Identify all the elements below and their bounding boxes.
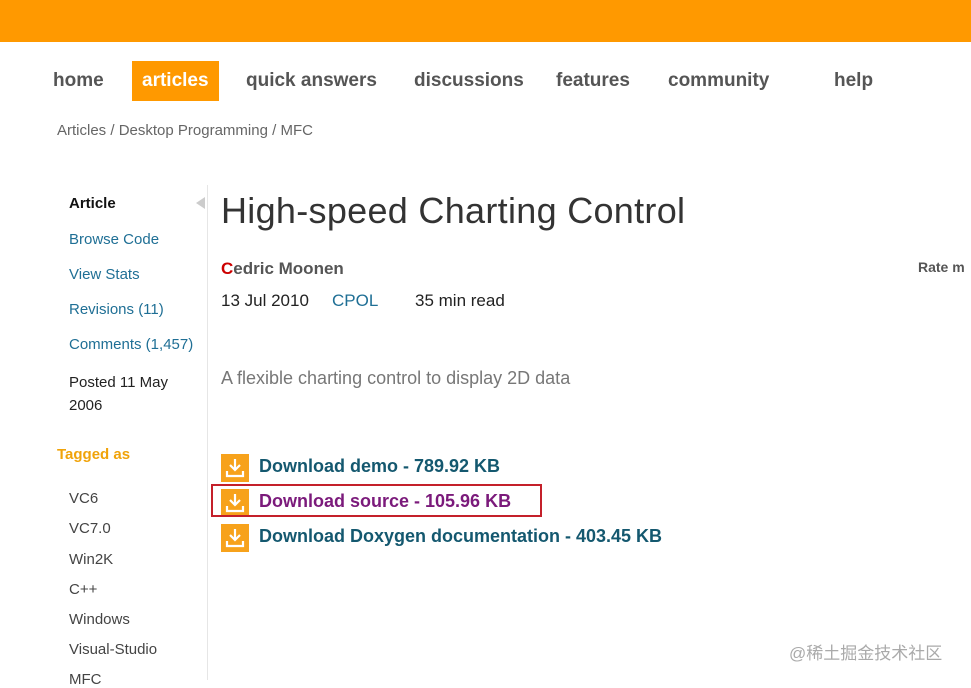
breadcrumb-separator: / bbox=[272, 122, 277, 139]
nav-articles[interactable]: articles bbox=[132, 61, 219, 101]
breadcrumb-separator: / bbox=[110, 122, 115, 139]
nav-home[interactable]: home bbox=[53, 61, 104, 101]
tag-item[interactable]: VC7.0 bbox=[69, 520, 111, 537]
nav-discussions[interactable]: discussions bbox=[414, 61, 524, 101]
sidebar-divider bbox=[207, 185, 208, 680]
tag-item[interactable]: C++ bbox=[69, 581, 97, 598]
article-title: High-speed Charting Control bbox=[221, 190, 686, 231]
breadcrumb-articles[interactable]: Articles bbox=[57, 122, 106, 139]
license-link[interactable]: CPOL bbox=[332, 291, 378, 311]
nav-quick-answers[interactable]: quick answers bbox=[246, 61, 377, 101]
sidebar-browse-code[interactable]: Browse Code bbox=[69, 231, 159, 248]
collapse-arrow-icon[interactable] bbox=[196, 197, 205, 209]
article-summary: A flexible charting control to display 2… bbox=[221, 368, 571, 388]
tag-item[interactable]: Win2K bbox=[69, 551, 113, 568]
highlight-box bbox=[211, 484, 542, 517]
read-time: 35 min read bbox=[415, 291, 505, 310]
tagged-as-heading: Tagged as bbox=[57, 446, 131, 463]
author-link[interactable]: Cedric Moonen bbox=[221, 259, 344, 279]
nav-features[interactable]: features bbox=[556, 61, 630, 101]
nav-help[interactable]: help bbox=[834, 61, 873, 101]
tag-item[interactable]: VC6 bbox=[69, 490, 98, 507]
posted-date: Posted 11 May 2006 bbox=[69, 374, 168, 414]
sidebar-revisions[interactable]: Revisions (11) bbox=[69, 301, 164, 318]
download-demo-label: Download demo - 789.92 KB bbox=[259, 456, 501, 476]
download-icon bbox=[221, 524, 249, 552]
sidebar-article-label: Article bbox=[69, 195, 116, 212]
author-name-rest: edric Moonen bbox=[233, 259, 344, 278]
rate-label: Rate m bbox=[918, 259, 965, 275]
breadcrumb-mfc[interactable]: MFC bbox=[280, 122, 313, 139]
watermark-text: @稀土掘金技术社区 bbox=[789, 644, 943, 663]
top-brand-bar bbox=[0, 0, 971, 42]
nav-community[interactable]: community bbox=[668, 61, 769, 101]
breadcrumb-desktop-programming[interactable]: Desktop Programming bbox=[119, 122, 268, 139]
tag-item[interactable]: Visual-Studio bbox=[69, 641, 157, 658]
sidebar-comments[interactable]: Comments (1,457) bbox=[69, 336, 193, 353]
tag-item[interactable]: Windows bbox=[69, 611, 130, 628]
download-doxygen-label: Download Doxygen documentation - 403.45 … bbox=[259, 526, 663, 546]
breadcrumb: Articles / Desktop Programming / MFC bbox=[57, 122, 313, 139]
author-first-letter: C bbox=[221, 259, 234, 278]
download-icon bbox=[221, 454, 249, 482]
article-date: 13 Jul 2010 bbox=[221, 291, 309, 310]
sidebar-view-stats[interactable]: View Stats bbox=[69, 266, 140, 283]
